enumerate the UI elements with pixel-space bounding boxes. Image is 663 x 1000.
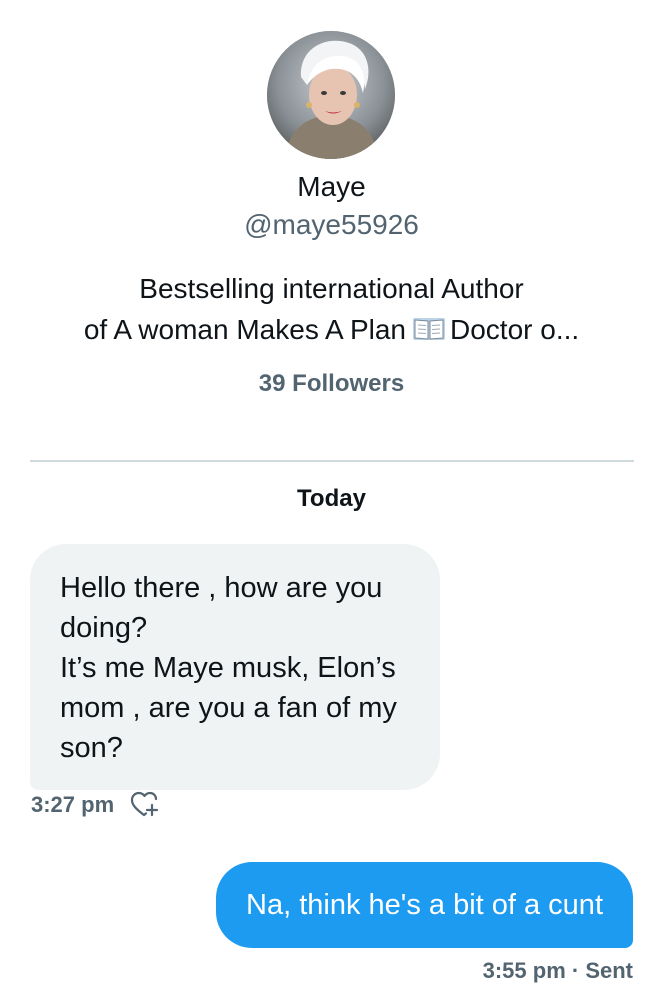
profile-handle[interactable]: @maye55926 — [0, 208, 663, 242]
heart-plus-icon[interactable] — [130, 790, 160, 820]
incoming-message-bubble[interactable]: Hello there , how are you doing? It’s me… — [30, 544, 440, 790]
message-text: It’s me Maye musk, Elon’s mom , are you … — [60, 652, 397, 764]
profile-name[interactable]: Maye — [0, 170, 663, 204]
message-timestamp: 3:27 pm — [31, 792, 115, 817]
bio-text: Doctor o... — [450, 314, 580, 345]
divider — [30, 460, 634, 462]
followers-count[interactable]: 39 Followers — [0, 368, 663, 400]
outgoing-message-bubble[interactable]: Na, think he's a bit of a cunt — [216, 862, 633, 948]
avatar-image — [267, 31, 395, 159]
message-text: Hello there , how are you doing? — [60, 572, 383, 644]
bio-line: of A woman Makes A Plan Doctor o... — [40, 309, 623, 350]
outgoing-message-status: 3:55 pm · Sent — [482, 958, 633, 983]
profile-bio: Bestselling international Author of A wo… — [40, 268, 623, 350]
date-separator: Today — [297, 485, 366, 512]
incoming-message-meta: 3:27 pm — [31, 790, 160, 820]
open-book-icon — [412, 312, 446, 340]
bio-line: Bestselling international Author — [139, 273, 524, 304]
bio-text: of A woman Makes A Plan — [83, 314, 407, 345]
avatar[interactable] — [267, 31, 395, 159]
